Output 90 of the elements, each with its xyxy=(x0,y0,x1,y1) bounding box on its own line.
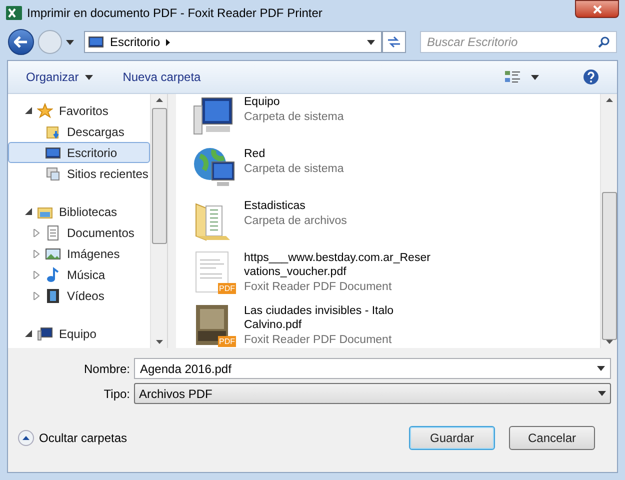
details-view-icon xyxy=(505,70,521,84)
collapse-icon[interactable] xyxy=(25,107,32,114)
back-button[interactable] xyxy=(8,29,34,55)
save-button[interactable]: Guardar xyxy=(409,426,495,450)
field-label: Tipo: xyxy=(102,386,130,402)
collapse-icon[interactable] xyxy=(25,330,32,337)
breadcrumb-location[interactable]: Escritorio xyxy=(110,33,160,51)
address-dropdown-icon xyxy=(367,40,375,44)
sidebar-item[interactable]: Favoritos xyxy=(8,100,150,121)
new-folder-button[interactable]: Nueva carpeta xyxy=(122,68,201,86)
window-title: Imprimir en documento PDF - Foxit Reader PDF Printer xyxy=(27,5,322,22)
close-button[interactable] xyxy=(575,0,619,18)
back-arrow-icon xyxy=(14,36,28,48)
picture-icon xyxy=(45,246,61,262)
file-name-input[interactable]: Agenda 2016.pdf xyxy=(134,358,611,379)
file-name: Estadisticas xyxy=(244,199,306,213)
file-type: Carpeta de sistema xyxy=(244,162,345,177)
expand-icon[interactable] xyxy=(33,250,40,258)
sidebar-item[interactable]: Descargas xyxy=(8,121,150,142)
file-item[interactable]: PDF Las ciudades invisibles - Italo Calvino.pdf Foxit Reader PDF Document xyxy=(192,303,452,348)
sidebar-item[interactable]: Escritorio xyxy=(8,142,150,163)
file-type: Foxit Reader PDF Document xyxy=(244,280,393,295)
expand-icon[interactable] xyxy=(33,228,40,236)
sidebar-item-label: Escritorio xyxy=(67,144,118,162)
sidebar-item-label: Imágenes xyxy=(67,246,120,262)
sidebar-item-label: Descargas xyxy=(67,124,124,140)
file-name: Las ciudades invisibles - Italo Calvino.pdf xyxy=(244,304,395,332)
file-type-badge: PDF xyxy=(218,283,236,294)
file-item[interactable]: Red Carpeta de sistema xyxy=(192,146,452,190)
sidebar-item[interactable]: Vídeos xyxy=(8,285,150,306)
help-icon[interactable] xyxy=(583,69,599,85)
monitor-icon xyxy=(88,34,104,50)
file-type: Foxit Reader PDF Document xyxy=(244,333,393,348)
cancel-button[interactable]: Cancelar xyxy=(509,426,595,450)
file-type: Carpeta de archivos xyxy=(244,214,348,229)
file-type: Carpeta de sistema xyxy=(244,110,345,125)
file-name: Equipo xyxy=(244,95,281,109)
caret-icon xyxy=(84,74,93,80)
expand-icon[interactable] xyxy=(33,270,40,278)
sidebar-item-label: Equipo xyxy=(59,326,96,342)
scroll-down-icon[interactable] xyxy=(156,340,162,344)
monitor-icon xyxy=(45,144,61,160)
hide-folders-toggle[interactable]: Ocultar carpetas xyxy=(18,429,128,447)
refresh-arrows-icon xyxy=(387,36,401,48)
file-type-badge: PDF xyxy=(218,336,236,347)
file-item[interactable]: Equipo Carpeta de sistema xyxy=(192,94,452,138)
collapse-icon[interactable] xyxy=(25,208,32,215)
file-item[interactable]: Estadisticas Carpeta de archivos xyxy=(192,198,452,242)
expand-icon[interactable] xyxy=(33,292,40,300)
scrollbar[interactable] xyxy=(150,94,167,348)
sidebar-item-label: Sitios recientes xyxy=(67,166,148,182)
sidebar-item-label: Música xyxy=(67,266,106,284)
refresh-button[interactable] xyxy=(382,31,406,53)
file-type-value: Archivos PDF xyxy=(139,386,214,402)
address-bar[interactable]: Escritorio xyxy=(84,31,382,53)
star-icon xyxy=(37,102,53,118)
search-placeholder: Buscar Escritorio xyxy=(427,34,519,51)
sidebar-item[interactable]: Imágenes xyxy=(8,243,150,264)
sidebar-item-label: Documentos xyxy=(67,224,134,242)
file-name-value: Agenda 2016.pdf xyxy=(140,360,232,378)
document-icon xyxy=(45,224,61,240)
field-label: Nombre: xyxy=(82,360,130,378)
history-caret-icon xyxy=(66,40,74,44)
sidebar-item-label: Favoritos xyxy=(59,102,108,120)
dropdown-caret-icon xyxy=(597,366,605,371)
sidebar-item[interactable]: Bibliotecas xyxy=(8,201,150,222)
sidebar-item-label: Bibliotecas xyxy=(59,204,118,220)
chevron-right-icon xyxy=(166,38,170,46)
scroll-up-icon[interactable] xyxy=(606,98,612,102)
scroll-up-icon[interactable] xyxy=(156,98,162,102)
scrollbar[interactable] xyxy=(600,94,617,348)
search-icon xyxy=(598,36,610,48)
folder-icon xyxy=(45,124,61,140)
film-icon xyxy=(45,288,61,304)
organize-menu-button[interactable]: Organizar xyxy=(26,68,93,86)
sidebar-item[interactable]: Equipo xyxy=(8,323,150,344)
view-options-button[interactable] xyxy=(505,70,539,84)
sidebar-item[interactable]: Sitios recientes xyxy=(8,163,150,184)
close-icon xyxy=(592,4,602,14)
music-note-icon xyxy=(45,266,61,282)
dropdown-caret-icon xyxy=(598,391,606,396)
file-item[interactable]: PDF https___www.bestday.com.ar_Reservations_voucher.pdf Foxit Reader PDF Document xyxy=(192,250,452,295)
file-name: Red xyxy=(244,147,266,161)
caret-icon xyxy=(531,74,539,80)
spreadsheet-app-icon xyxy=(6,5,22,21)
sidebar-item[interactable]: Música xyxy=(8,264,150,285)
sidebar-item[interactable]: Documentos xyxy=(8,222,150,243)
file-type-select[interactable]: Archivos PDF xyxy=(134,383,611,404)
sidebar-item-label: Vídeos xyxy=(67,288,104,304)
file-name: https___www.bestday.com.ar_Reservations_voucher.pdf xyxy=(244,251,432,279)
